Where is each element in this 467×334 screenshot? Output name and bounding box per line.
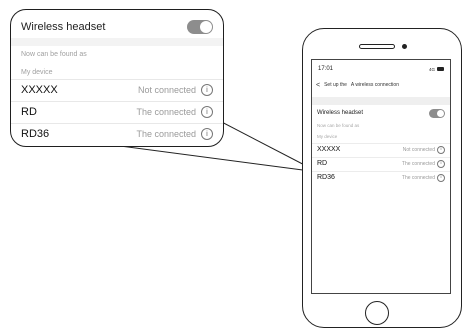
wireless-headset-label: Wireless headset: [21, 21, 106, 33]
speaker-grille: [359, 44, 395, 49]
wireless-headset-toggle[interactable]: [429, 108, 445, 118]
device-row[interactable]: RD The connected i: [11, 101, 223, 121]
zoom-callout: Wireless headset Now can be found as My …: [10, 9, 224, 147]
info-icon[interactable]: i: [437, 159, 445, 168]
toggle-knob: [200, 21, 212, 33]
wireless-headset-row[interactable]: Wireless headset: [11, 16, 223, 38]
phone-frame: 17:01 4G < Set up the A wireless connect…: [302, 28, 462, 328]
device-row[interactable]: XXXXX Not connected i: [11, 79, 223, 99]
device-name: RD: [21, 105, 37, 118]
front-camera: [402, 44, 407, 49]
device-row[interactable]: RD The connected i: [312, 157, 450, 169]
device-name: XXXXX: [317, 146, 341, 153]
my-device-header: My device: [21, 68, 53, 76]
device-row[interactable]: RD36 The connected i: [11, 123, 223, 143]
signal-icon: 4G: [428, 66, 435, 72]
info-icon[interactable]: i: [437, 173, 445, 182]
device-name: RD: [317, 160, 328, 167]
my-device-header: My device: [317, 133, 338, 139]
device-status: The connected: [136, 128, 196, 139]
device-status: Not connected: [402, 146, 435, 153]
info-icon[interactable]: i: [201, 127, 213, 140]
found-as-text: Now can be found as: [317, 122, 360, 128]
battery-icon: [437, 67, 444, 71]
device-name: RD36: [317, 174, 335, 181]
nav-title: A wireless connection: [350, 82, 399, 88]
device-status: The connected: [401, 160, 435, 167]
status-bar: 17:01 4G: [318, 64, 444, 74]
device-row[interactable]: XXXXX Not connected i: [312, 143, 450, 155]
status-icons: 4G: [429, 67, 444, 72]
home-button[interactable]: [365, 301, 389, 325]
found-as-text: Now can be found as: [21, 50, 87, 58]
wireless-headset-toggle[interactable]: [187, 20, 213, 34]
device-status: The connected: [401, 174, 435, 181]
section-divider: [11, 38, 223, 46]
wireless-headset-row[interactable]: Wireless headset: [312, 107, 450, 119]
device-name: RD36: [21, 127, 50, 140]
back-chevron-icon[interactable]: <: [316, 82, 320, 89]
info-icon[interactable]: i: [437, 145, 445, 154]
device-row[interactable]: RD36 The connected i: [312, 171, 450, 183]
device-name: XXXXX: [21, 83, 58, 96]
nav-bar: < Set up the A wireless connection: [316, 80, 446, 90]
device-status: Not connected: [137, 84, 196, 95]
wireless-headset-label: Wireless headset: [317, 110, 364, 116]
info-icon[interactable]: i: [201, 105, 213, 118]
info-icon[interactable]: i: [201, 83, 213, 96]
back-label[interactable]: Set up the: [324, 82, 347, 88]
clock: 17:01: [318, 66, 334, 72]
toggle-knob: [437, 109, 444, 117]
section-divider: [312, 97, 450, 105]
phone-screen: 17:01 4G < Set up the A wireless connect…: [311, 59, 451, 294]
device-status: The connected: [136, 106, 196, 117]
